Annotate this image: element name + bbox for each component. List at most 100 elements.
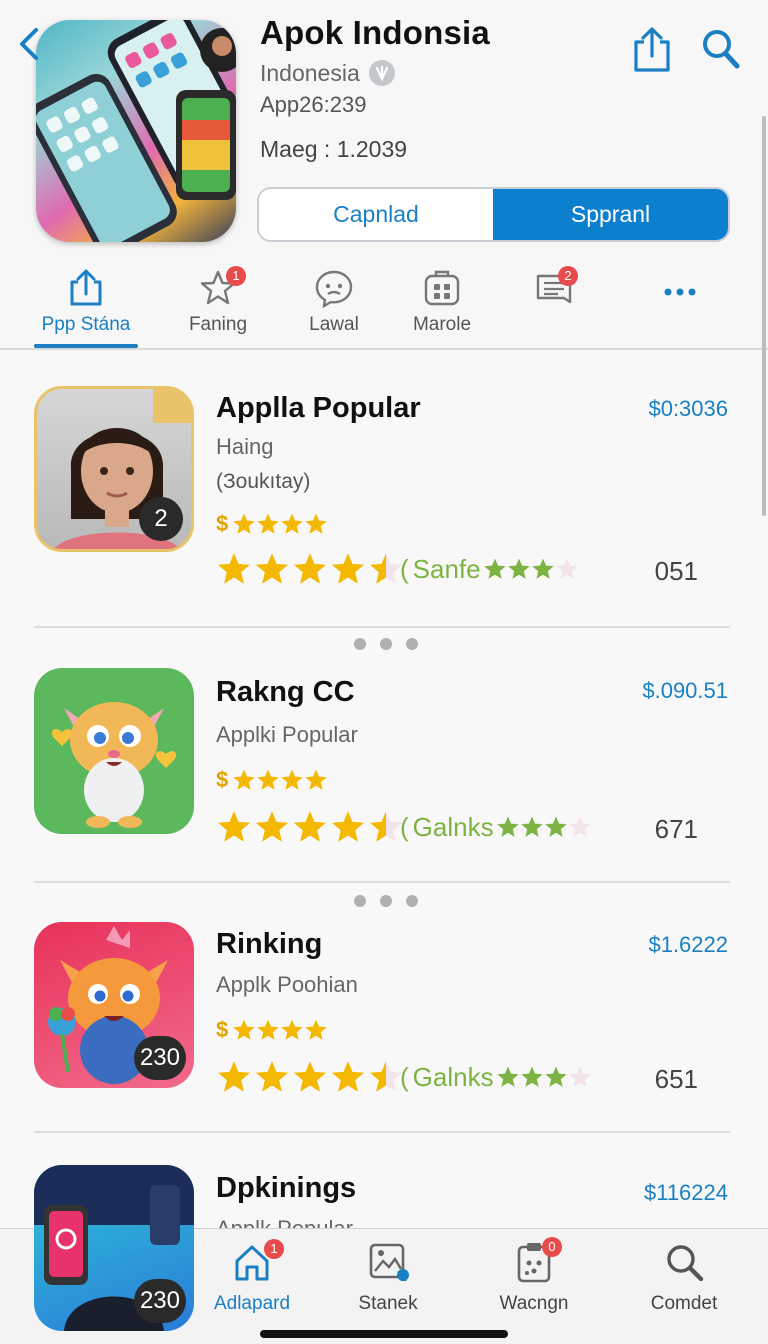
tag-bracket: ( [400,1061,409,1092]
chat-face-icon [315,270,353,308]
star-icon [217,1061,251,1092]
tab-bar: Ppp Stána 1 Faning Lawal Marole 2 [0,262,768,350]
tab-faning[interactable]: 1 Faning [168,262,268,348]
review-count: 651 [654,1064,698,1094]
list-item[interactable]: 2 Applla Popular Haing (Зoukıtay) $0:303… [0,386,768,626]
list-item[interactable]: 230 Rinking Applk Poohian $1.6222 $ ( Ga… [0,922,768,1122]
star-icon [369,1061,403,1092]
star-icon [305,513,327,534]
star-icon [305,769,327,790]
star-icon [544,816,567,837]
rank-badge: 230 [133,1279,186,1323]
app-price: $0:3036 [648,396,728,421]
app-thumbnail: 230 [34,922,194,1088]
star-icon [507,558,530,579]
rating-tag: ( Sanfe [400,552,579,586]
app-subtitle: Applk Poohian [216,972,358,997]
star-icon [496,1066,519,1087]
star-icon [520,1066,543,1087]
app-price: $.090.51 [642,678,728,703]
tab-marole[interactable]: Marole [392,262,492,348]
star-icon [483,558,506,579]
star-icon [568,816,591,837]
search-icon[interactable] [700,26,740,70]
app-header: Apok Indonsia Indonesia App26:239 Maeg :… [0,0,768,262]
nav-wacngn[interactable]: 0 Wacngn [484,1237,584,1321]
star-icon [217,553,251,584]
price-rating: $ [216,767,328,792]
tab-label: Marole [412,314,472,335]
nav-badge: 0 [542,1237,562,1257]
divider [34,1131,730,1133]
star-icon [255,1061,289,1092]
app-name: Rinking [216,928,323,960]
app-thumbnail-overflow: 230 [34,1165,194,1331]
tab-label: Lawal [309,314,359,335]
dollar-sign: $ [216,511,229,536]
grid-box-icon [424,270,460,306]
star-icon [281,513,303,534]
nav-label: Stanek [358,1293,418,1314]
nav-adlapard[interactable]: 1 Adlapard [200,1239,304,1321]
nav-stanek[interactable]: Stanek [338,1241,438,1321]
app-hero-image [36,20,236,242]
rank-badge: 2 [139,497,183,541]
back-chevron-icon[interactable] [14,26,44,62]
review-count: 051 [654,556,698,586]
dollar-sign: $ [216,1017,229,1042]
nav-label: Adlapard [213,1293,291,1314]
pager-dots [354,895,418,907]
star-icon [257,513,279,534]
app-price: $116224 [643,1180,728,1205]
app-thumbnail: 2 [34,386,194,552]
tag-stars [496,1065,592,1089]
price-rating: $ [216,511,328,536]
tag-bracket: ( [400,553,409,584]
tag-label: Sanfe [412,553,481,584]
star-icon [281,769,303,790]
nav-label: Wacngn [499,1293,569,1314]
app-subtitle: Applki Popular [216,722,358,747]
rating-tag: ( Galnks [400,1060,592,1094]
divider [34,626,730,628]
star-icon [568,1066,591,1087]
app-name: Rakng CC [216,676,355,708]
capnlad-button[interactable]: Capnlad [259,189,493,240]
app-name: Applla Popular [216,392,421,424]
tab-badge: 1 [226,266,246,286]
star-rating [216,810,404,844]
tab-ppp-stana[interactable]: Ppp Stána [34,262,138,348]
app-name: Dpkinings [216,1172,357,1204]
tab-list[interactable]: 2 [504,262,604,348]
tab-lawal[interactable]: Lawal [284,262,384,348]
home-indicator[interactable] [260,1330,508,1338]
star-icon [331,1061,365,1092]
tag-stars [496,815,592,839]
star-icon [233,1019,255,1040]
star-icon [544,1066,567,1087]
app-country: Indonesia [260,60,360,86]
bottom-nav: 230 1 Adlapard Stanek 0 Wacngn Comdet [0,1165,768,1344]
rating-tag: ( Galnks [400,810,592,844]
app-subtitle: Haing [216,434,274,459]
star-icon [293,811,327,842]
list-item[interactable]: Rakng CC Applki Popular $.090.51 $ ( Gal… [0,668,768,868]
share-icon [70,269,102,306]
app-subtitle-secondary: (Зoukıtay) [216,470,311,493]
app-list: 2 Applla Popular Haing (Зoukıtay) $0:303… [0,350,768,1230]
star-icon [233,769,255,790]
sppranl-button[interactable]: Sppranl [493,189,728,240]
action-button-group: Capnlad Sppranl [257,187,730,242]
tag-label: Galnks [412,811,494,842]
dollar-sign: $ [216,767,229,792]
tab-more[interactable] [630,262,730,348]
star-icon [555,558,578,579]
image-edit-icon [369,1243,409,1281]
star-icon [531,558,554,579]
nav-comdet[interactable]: Comdet [634,1241,734,1321]
star-icon [369,811,403,842]
star-icon [257,769,279,790]
scrollbar[interactable] [762,116,766,516]
share-icon[interactable] [630,26,674,74]
verified-badge-icon [369,60,395,86]
